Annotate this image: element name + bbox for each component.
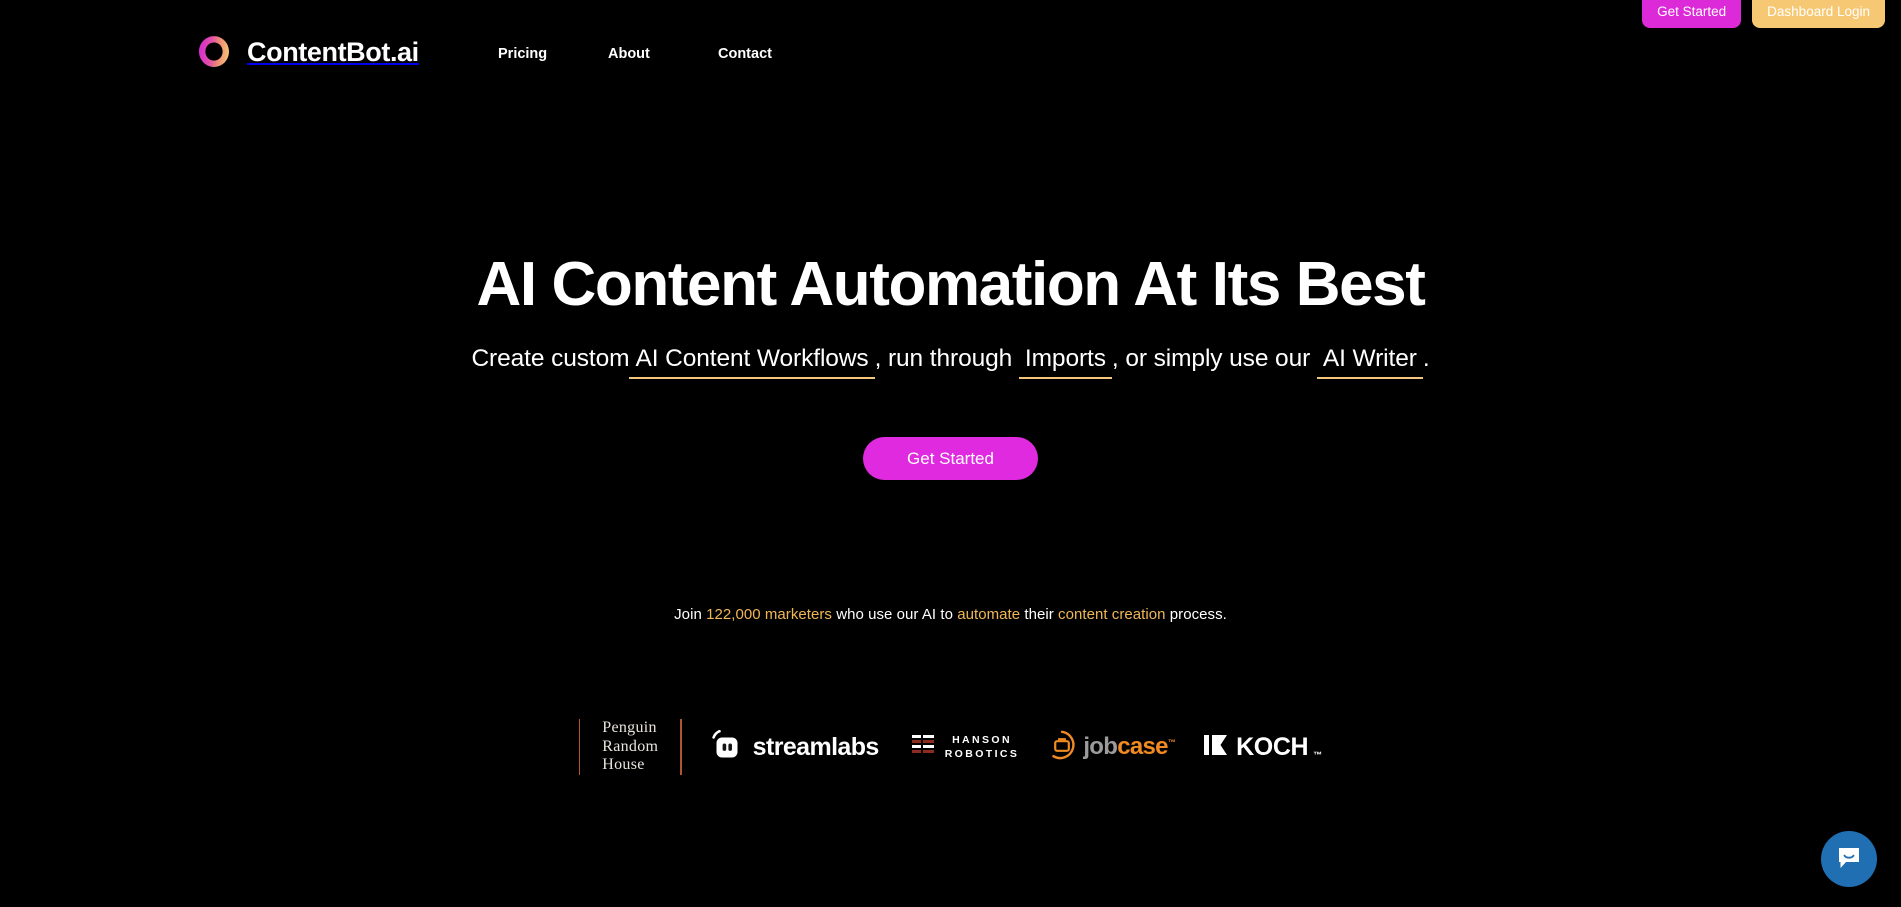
prh-line-1: Penguin	[602, 718, 657, 736]
koch-logo: KOCH ™	[1175, 732, 1322, 763]
streamlabs-mascot-icon	[710, 728, 744, 767]
hero-get-started-button[interactable]: Get Started	[863, 437, 1038, 480]
hanson-line-2: ROBOTICS	[944, 748, 1020, 760]
chat-bubble-smile-icon	[1834, 843, 1864, 876]
site-header: ContentBot.ai Pricing About Contact Get …	[0, 0, 1901, 90]
header-get-started-button[interactable]: Get Started	[1642, 0, 1742, 28]
hero-subtitle-tail: .	[1422, 345, 1430, 372]
koch-trademark: ™	[1313, 749, 1323, 760]
client-logo-strip: Penguin Random House streamlabs HANSON R…	[0, 713, 1901, 781]
jobcase-logo: jobcase™	[1019, 730, 1176, 765]
hero-link-imports[interactable]: Imports	[1018, 346, 1112, 379]
social-proof-highlight-automate: automate	[957, 606, 1021, 623]
intercom-chat-launcher-button[interactable]	[1821, 831, 1877, 887]
jobcase-trademark: ™	[1167, 738, 1176, 747]
social-proof-text: Join 122,000 marketers who use our AI to…	[0, 606, 1901, 623]
social-proof-part4: process.	[1165, 606, 1227, 623]
prh-line-2: Random	[602, 737, 659, 755]
social-proof-part2: who use our AI to	[831, 606, 958, 623]
hero-cta-container: Get Started	[0, 437, 1901, 480]
main-navigation: Pricing About Contact	[498, 46, 828, 62]
page-title: AI Content Automation At Its Best	[476, 250, 1425, 319]
prh-line-3: House	[602, 756, 645, 774]
hero-subtitle-mid1: , run through	[874, 345, 1013, 372]
header-actions: Get Started Dashboard Login	[1642, 0, 1885, 28]
koch-arrow-mark-icon	[1203, 732, 1231, 763]
jobcase-word-job: job	[1083, 733, 1118, 760]
contentbot-ring-logo-icon	[194, 32, 234, 72]
hero-subtitle-mid2: , or simply use our	[1111, 345, 1311, 372]
social-proof-marketer-count: 122,000 marketers	[706, 606, 832, 623]
social-proof-highlight-content-creation: content creation	[1058, 606, 1166, 623]
jobcase-word-case: case	[1117, 733, 1168, 760]
social-proof-part1: Join	[674, 606, 707, 623]
brand-name: ContentBot.ai	[247, 36, 419, 67]
koch-wordmark: KOCH	[1236, 732, 1309, 761]
penguin-random-house-logo: Penguin Random House	[580, 719, 680, 776]
social-proof-part3: their	[1020, 606, 1059, 623]
nav-link-about[interactable]: About	[608, 46, 718, 62]
hanson-line-1: HANSON	[952, 733, 1012, 746]
hero-subtitle: Create custom AI Content Workflows, run t…	[0, 345, 1901, 379]
jobcase-briefcase-icon	[1047, 730, 1077, 765]
streamlabs-wordmark: streamlabs	[752, 732, 880, 761]
hero-subtitle-lead: Create custom	[471, 345, 630, 372]
hanson-robotics-logo: HANSON ROBOTICS	[879, 732, 1020, 763]
nav-link-contact[interactable]: Contact	[718, 46, 828, 62]
dashboard-login-button[interactable]: Dashboard Login	[1752, 0, 1885, 28]
hanson-bars-icon	[911, 732, 937, 763]
hero-link-ai-writer[interactable]: AI Writer	[1316, 346, 1423, 379]
streamlabs-logo: streamlabs	[682, 728, 879, 767]
nav-link-pricing[interactable]: Pricing	[498, 46, 608, 62]
brand-logo-link[interactable]: ContentBot.ai	[194, 32, 419, 72]
hero-link-ai-content-workflows[interactable]: AI Content Workflows	[629, 346, 875, 379]
